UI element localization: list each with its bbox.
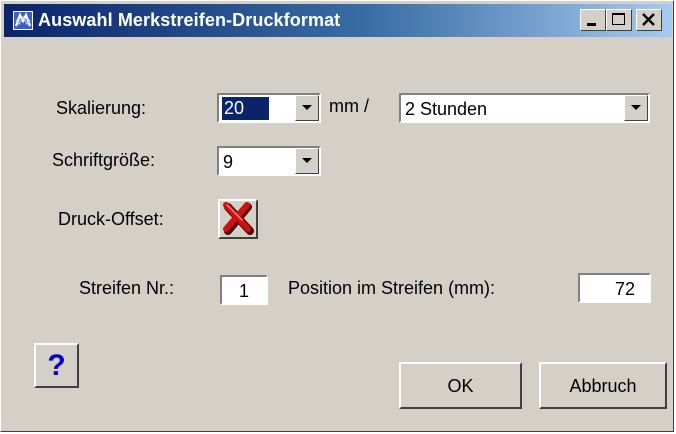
help-button[interactable]: ? (34, 343, 79, 388)
unit-separator-label: mm / (329, 96, 369, 116)
print-offset-button[interactable] (218, 199, 258, 239)
period-value: 2 Stunden (405, 99, 488, 119)
chevron-down-icon (302, 158, 312, 163)
maximize-icon (612, 13, 625, 25)
window-title: Auswahl Merkstreifen-Druckformat (38, 10, 341, 30)
strip-number-value: 1 (239, 281, 250, 301)
minimize-button[interactable] (580, 9, 606, 31)
minimize-icon (587, 23, 596, 26)
chevron-down-icon (631, 105, 641, 110)
scaling-label: Skalierung: (56, 98, 147, 118)
close-button[interactable] (636, 9, 662, 31)
strip-position-label: Position im Streifen (mm): (288, 278, 496, 298)
app-icon (13, 11, 33, 30)
ok-button-label: OK (447, 376, 474, 396)
maximize-button[interactable] (606, 9, 632, 31)
cancel-button-label: Abbruch (569, 376, 637, 396)
period-combo[interactable]: 2 Stunden (399, 93, 650, 123)
close-icon (642, 13, 655, 26)
scaling-value-combo[interactable]: 20 (217, 93, 321, 123)
font-size-combo[interactable]: 9 (217, 146, 321, 176)
ok-button[interactable]: OK (399, 362, 522, 409)
help-icon: ? (47, 349, 66, 382)
period-dropdown-button[interactable] (624, 95, 648, 121)
font-size-dropdown-button[interactable] (295, 148, 319, 174)
font-size-label: Schriftgröße: (52, 150, 156, 170)
strip-position-value: 72 (614, 279, 635, 299)
title-bar[interactable]: Auswahl Merkstreifen-Druckformat (4, 4, 672, 37)
red-x-icon (223, 202, 254, 235)
scaling-value: 20 (222, 97, 270, 120)
cancel-button[interactable]: Abbruch (539, 362, 667, 409)
font-size-value: 9 (223, 152, 234, 172)
dialog-window: Auswahl Merkstreifen-Druckformat Skalier… (0, 0, 674, 432)
strip-number-field[interactable]: 1 (220, 275, 268, 305)
chevron-down-icon (302, 105, 312, 110)
print-offset-label: Druck-Offset: (58, 209, 164, 229)
scaling-dropdown-button[interactable] (295, 95, 319, 121)
strip-position-field[interactable]: 72 (578, 273, 651, 303)
strip-number-label: Streifen Nr.: (79, 278, 175, 298)
